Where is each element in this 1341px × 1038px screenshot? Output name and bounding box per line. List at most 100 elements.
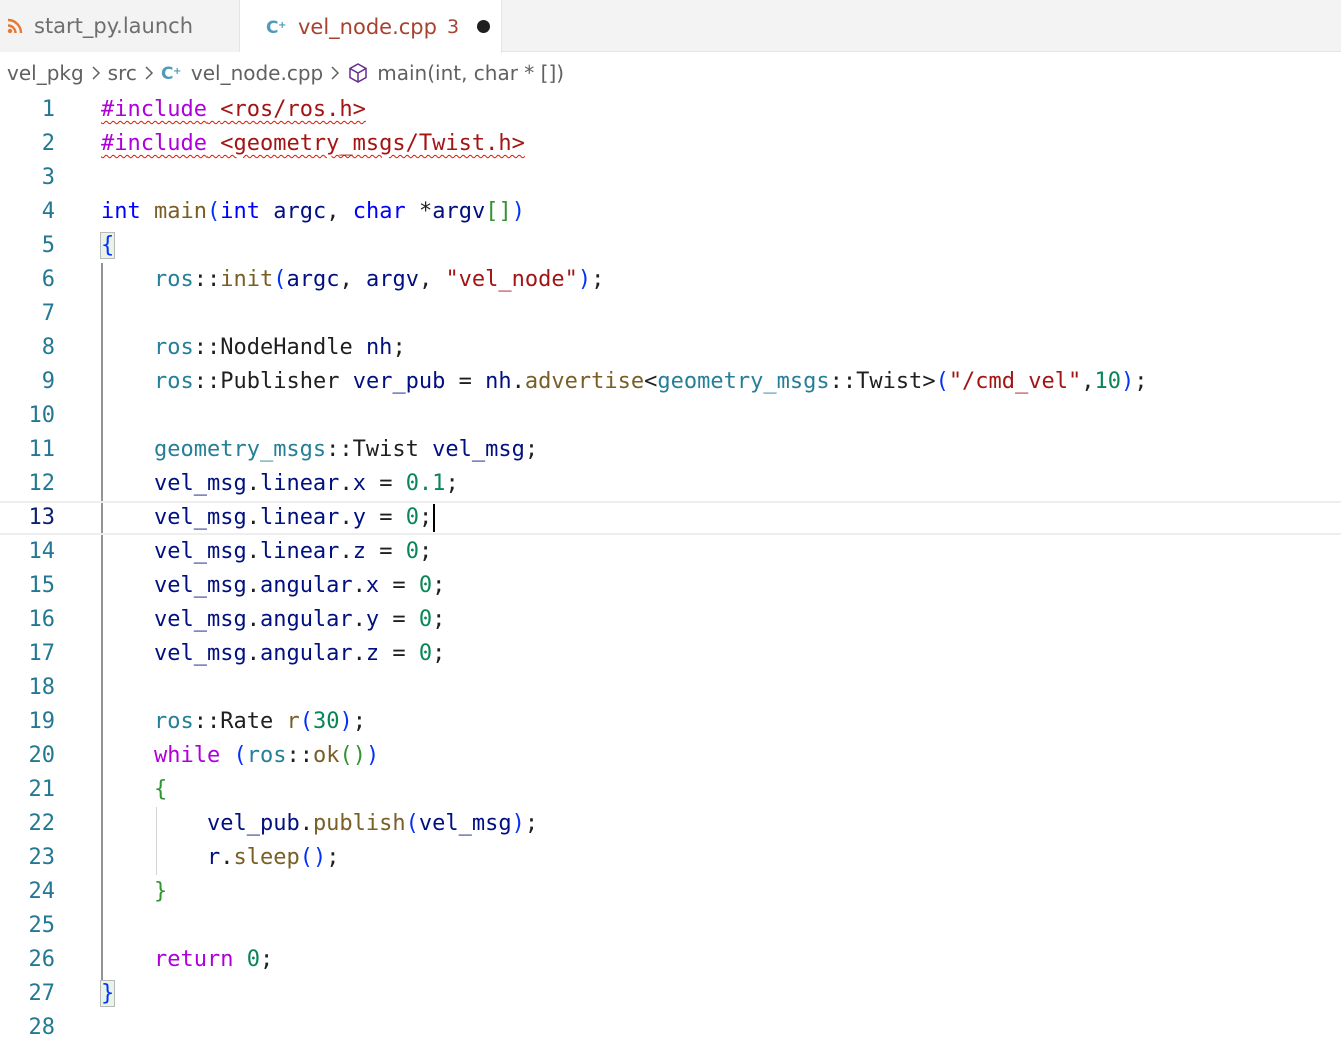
code-line[interactable]: 4 int main(int argc, char *argv[]) — [0, 195, 1341, 229]
code-line[interactable]: 6 ros::init(argc, argv, "vel_node"); — [0, 263, 1341, 297]
code-text: ros::Publisher ver_pub = nh.advertise<ge… — [153, 369, 1148, 394]
code-line[interactable]: 15 vel_msg.angular.x = 0; — [0, 569, 1341, 603]
code-line[interactable]: 1 #include <ros/ros.h> — [0, 93, 1341, 127]
code-line[interactable]: 3 — [0, 161, 1341, 195]
code-text: { — [153, 777, 168, 802]
code-text: return 0; — [153, 947, 274, 972]
code-line[interactable]: 27} — [0, 977, 1341, 1011]
svg-text:C: C — [266, 18, 278, 37]
breadcrumb-item-symbol[interactable]: main(int, char * []) — [377, 61, 564, 85]
chevron-right-icon — [91, 65, 101, 81]
code-text: int main(int argc, char *argv[]) — [101, 199, 525, 224]
line-number: 17 — [28, 641, 56, 666]
line-number: 8 — [41, 335, 55, 360]
line-number: 5 — [41, 233, 55, 258]
line-number: 22 — [28, 811, 56, 836]
cpp-file-icon: C + — [266, 17, 288, 37]
line-number: 6 — [41, 267, 55, 292]
breadcrumb-item-file[interactable]: vel_node.cpp — [191, 61, 323, 85]
code-text: vel_msg.angular.y = 0; — [153, 607, 446, 632]
code-line[interactable]: 14 vel_msg.linear.z = 0; — [0, 535, 1341, 569]
code-line[interactable]: 23 r.sleep(); — [0, 841, 1341, 875]
code-text: vel_pub.publish(vel_msg); — [206, 811, 539, 836]
code-line[interactable]: 19 ros::Rate r(30); — [0, 705, 1341, 739]
line-number: 15 — [28, 573, 56, 598]
line-number: 7 — [41, 301, 55, 326]
line-number: 19 — [28, 709, 56, 734]
chevron-right-icon — [144, 65, 154, 81]
code-line[interactable]: 2 #include <geometry_msgs/Twist.h> — [0, 127, 1341, 161]
code-line[interactable]: 12 vel_msg.linear.x = 0.1; — [0, 467, 1341, 501]
code-line[interactable]: 7 — [0, 297, 1341, 331]
line-number: 9 — [41, 369, 55, 394]
line-number: 3 — [41, 165, 55, 190]
line-number: 26 — [28, 947, 56, 972]
unsaved-dot-icon[interactable] — [477, 20, 491, 33]
code-line[interactable]: 25 — [0, 909, 1341, 943]
chevron-right-icon — [330, 65, 340, 81]
line-number: 23 — [28, 845, 56, 870]
code-text: while (ros::ok()) — [153, 743, 380, 768]
code-line[interactable]: 18 — [0, 671, 1341, 705]
code-line[interactable]: 13 vel_msg.linear.y = 0; — [0, 501, 1341, 535]
line-number: 18 — [28, 675, 56, 700]
problems-count-badge: 3 — [446, 15, 460, 38]
line-number: 10 — [28, 403, 56, 428]
breadcrumb-item-vel-pkg[interactable]: vel_pkg — [7, 61, 84, 85]
line-number: 4 — [41, 199, 55, 224]
code-line[interactable]: 16 vel_msg.angular.y = 0; — [0, 603, 1341, 637]
line-number: 12 — [28, 471, 56, 496]
code-text: geometry_msgs::Twist vel_msg; — [153, 437, 539, 462]
rss-icon — [6, 17, 24, 35]
code-line[interactable]: 20 while (ros::ok()) — [0, 739, 1341, 773]
code-text: } — [99, 980, 116, 1007]
line-number: 1 — [41, 97, 55, 122]
line-number: 16 — [28, 607, 56, 632]
code-text: ros::Rate r(30); — [153, 709, 366, 734]
code-text: ros::NodeHandle nh; — [153, 335, 406, 360]
code-line[interactable]: 28 — [0, 1011, 1341, 1038]
cube-symbol-icon — [347, 62, 369, 84]
breadcrumb-item-src[interactable]: src — [108, 61, 137, 85]
text-cursor — [433, 504, 436, 532]
code-line[interactable]: 11 geometry_msgs::Twist vel_msg; — [0, 433, 1341, 467]
editor-tab-bar: start_py.launch C + vel_node.cpp 3 — [0, 0, 1341, 53]
code-line[interactable]: 26 return 0; — [0, 943, 1341, 977]
breadcrumb: vel_pkg src C + vel_node.cpp main(int, c… — [0, 53, 1341, 93]
line-number: 14 — [28, 539, 56, 564]
cpp-file-icon: C + — [161, 63, 183, 83]
code-line[interactable]: 24 } — [0, 875, 1341, 909]
tab-vel-node-cpp[interactable]: C + vel_node.cpp 3 — [240, 0, 502, 53]
code-text: } — [153, 879, 168, 904]
line-number: 28 — [28, 1015, 56, 1038]
code-line[interactable]: 10 — [0, 399, 1341, 433]
code-line[interactable]: 8 ros::NodeHandle nh; — [0, 331, 1341, 365]
code-text: r.sleep(); — [206, 845, 340, 870]
svg-text:C: C — [161, 64, 173, 83]
tab-start-py-launch[interactable]: start_py.launch — [0, 0, 240, 52]
code-editor[interactable]: 1 #include <ros/ros.h> 2 #include <geometry… — [0, 93, 1341, 1038]
code-line[interactable]: 9 ros::Publisher ver_pub = nh.advertise<… — [0, 365, 1341, 399]
code-text: #include <ros/ros.h> — [101, 97, 366, 122]
code-text: { — [99, 232, 116, 259]
line-number: 20 — [28, 743, 56, 768]
line-number: 21 — [28, 777, 56, 802]
tab-label: vel_node.cpp — [298, 14, 437, 39]
svg-text:+: + — [278, 20, 286, 31]
svg-text:+: + — [173, 66, 181, 77]
code-text: vel_msg.angular.z = 0; — [153, 641, 446, 666]
line-number: 27 — [28, 981, 56, 1006]
code-text: vel_msg.angular.x = 0; — [153, 573, 446, 598]
code-text: vel_msg.linear.y = 0; — [101, 503, 436, 533]
code-line[interactable]: 17 vel_msg.angular.z = 0; — [0, 637, 1341, 671]
code-text: #include <geometry_msgs/Twist.h> — [101, 131, 525, 156]
line-number: 24 — [28, 879, 56, 904]
code-line[interactable]: 5{ — [0, 229, 1341, 263]
line-number: 11 — [28, 437, 56, 462]
line-number: 25 — [28, 913, 56, 938]
code-line[interactable]: 22 vel_pub.publish(vel_msg); — [0, 807, 1341, 841]
code-line[interactable]: 21 { — [0, 773, 1341, 807]
tab-label: start_py.launch — [34, 14, 194, 38]
line-number: 13 — [28, 505, 56, 530]
code-text: ros::init(argc, argv, "vel_node"); — [153, 267, 605, 292]
